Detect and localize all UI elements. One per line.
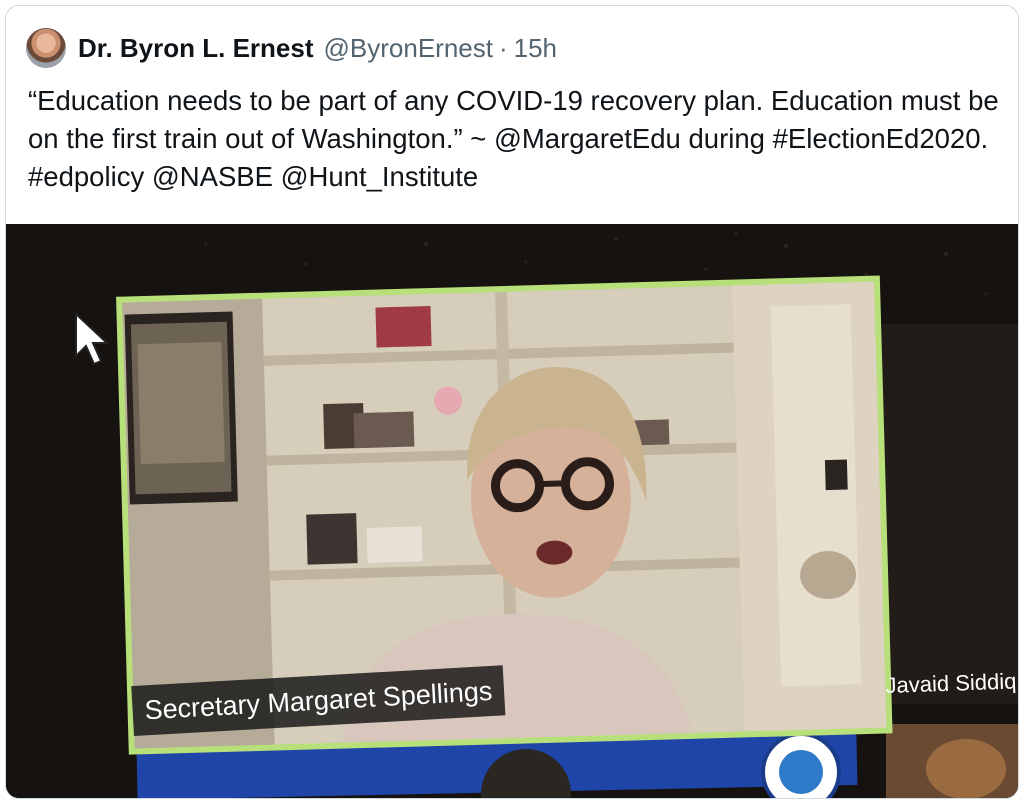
tweet-media-photo[interactable]: Secretary Margaret Spellings Javaid Sidd… <box>6 224 1018 798</box>
tweet-text: “Education needs to be part of any COVID… <box>28 85 999 192</box>
tweet-header: Dr. Byron L. Ernest @ByronErnest · 15h <box>26 28 557 68</box>
author-handle[interactable]: @ByronErnest <box>324 33 493 64</box>
author-avatar[interactable] <box>26 28 66 68</box>
tweet-timestamp[interactable]: 15h <box>514 33 557 64</box>
tweet-card[interactable]: Dr. Byron L. Ernest @ByronErnest · 15h “… <box>5 5 1019 799</box>
separator-dot: · <box>498 32 508 63</box>
author-display-name[interactable]: Dr. Byron L. Ernest <box>78 33 314 64</box>
participant-name-label: Javaid Siddiq <box>885 668 1017 699</box>
